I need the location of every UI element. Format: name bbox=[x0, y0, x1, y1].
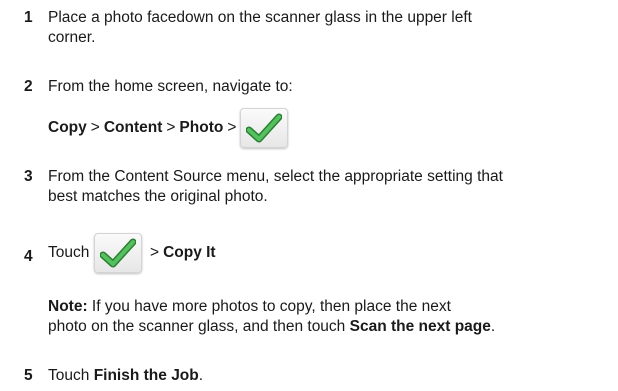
step-action: Finish the Job bbox=[93, 367, 199, 384]
step-number: 1 bbox=[24, 9, 33, 26]
step-text: Touch > Copy It bbox=[48, 233, 608, 273]
note-action: Scan the next page bbox=[349, 318, 491, 335]
step-number: 3 bbox=[24, 168, 33, 185]
path-separator: > bbox=[166, 119, 176, 136]
note-end: . bbox=[490, 318, 496, 335]
checkmark-icon bbox=[240, 108, 289, 148]
path-item: Photo bbox=[179, 119, 224, 136]
path-item: Content bbox=[103, 119, 163, 136]
path-separator: > bbox=[90, 119, 100, 136]
path-item: Copy bbox=[48, 119, 87, 136]
step-prefix: Touch bbox=[48, 244, 90, 261]
checkmark-icon bbox=[93, 233, 142, 273]
step-number: 5 bbox=[24, 367, 33, 384]
path-separator: > bbox=[150, 244, 160, 261]
step-action: Copy It bbox=[163, 244, 216, 261]
note: Note: If you have more photos to copy, t… bbox=[48, 297, 608, 337]
step-prefix: Touch bbox=[48, 367, 90, 384]
step-line: corner. bbox=[48, 29, 96, 46]
step-number: 2 bbox=[24, 78, 33, 95]
note-label: Note: bbox=[48, 298, 88, 315]
step-text: From the home screen, navigate to: bbox=[48, 78, 293, 95]
navigation-path: Copy > Content > Photo > bbox=[48, 108, 289, 148]
note-line: Note: If you have more photos to copy, t… bbox=[48, 297, 608, 317]
path-separator: > bbox=[227, 119, 237, 136]
note-text: photo on the scanner glass, and then tou… bbox=[48, 318, 346, 335]
step-end: . bbox=[198, 367, 204, 384]
step-text: From the Content Source menu, select the… bbox=[48, 167, 608, 207]
note-line: photo on the scanner glass, and then tou… bbox=[48, 317, 608, 337]
step-4: 4 Touch > Copy It bbox=[0, 233, 600, 281]
step-line: From the Content Source menu, select the… bbox=[48, 168, 503, 185]
step-number: 4 bbox=[24, 248, 33, 265]
step-line: best matches the original photo. bbox=[48, 188, 268, 205]
note-text: If you have more photos to copy, then pl… bbox=[91, 298, 451, 315]
step-text: Touch Finish the Job. bbox=[48, 366, 608, 386]
step-text: Place a photo facedown on the scanner gl… bbox=[48, 8, 608, 48]
step-line: Place a photo facedown on the scanner gl… bbox=[48, 9, 472, 26]
